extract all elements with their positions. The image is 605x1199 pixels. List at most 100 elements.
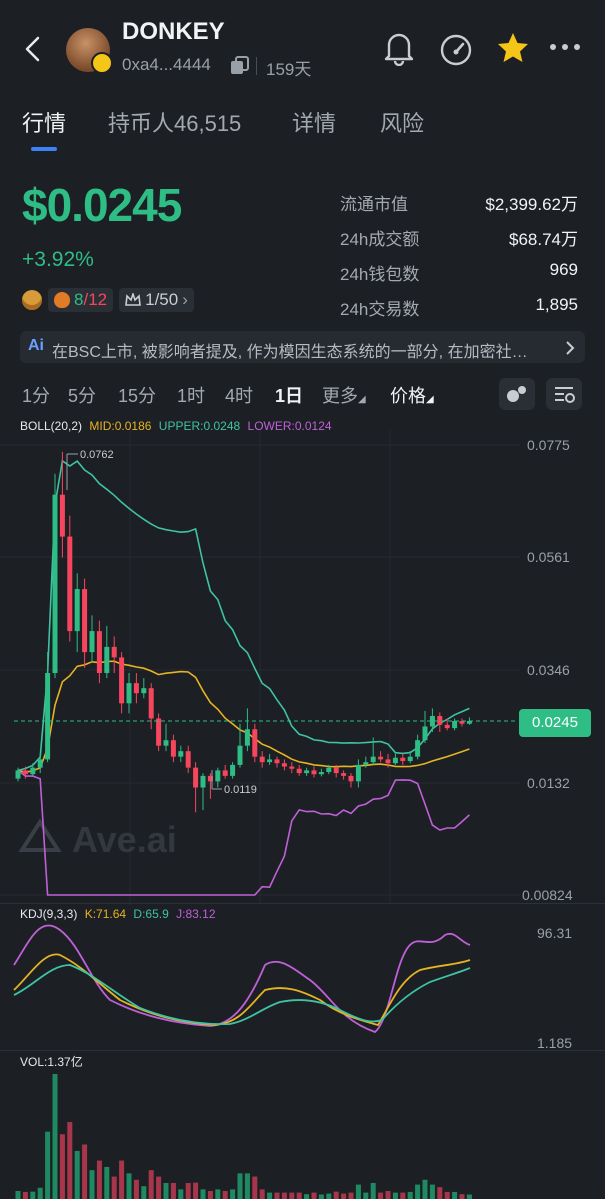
kdj-d-line xyxy=(13,964,471,1026)
bell-icon[interactable] xyxy=(382,30,416,66)
volume-bar xyxy=(429,1184,435,1199)
copy-icon[interactable] xyxy=(230,56,250,76)
candle-body xyxy=(104,646,110,674)
volume-bar xyxy=(104,1166,110,1199)
candle-body xyxy=(89,631,95,653)
chevron-right-icon xyxy=(566,341,575,355)
tf-1m[interactable]: 1分 xyxy=(22,382,50,408)
volume-bar xyxy=(30,1191,36,1199)
volume-bar xyxy=(178,1189,184,1199)
tab-risk[interactable]: 风险 xyxy=(380,106,424,138)
ai-summary-text: 在BSC上市, 被影响者提及, 作为模因生态系统的一部分, 在加密社… xyxy=(52,344,528,361)
axis-label: 0.0561 xyxy=(527,549,570,565)
tf-1h[interactable]: 1时 xyxy=(177,382,205,408)
candle-body xyxy=(400,757,406,762)
dropdown-triangle-icon: ◢ xyxy=(426,394,434,405)
kdj-legend: KDJ(9,3,3) K:71.64 D:65.9 J:83.12 xyxy=(20,907,216,921)
token-age: 159天 xyxy=(266,60,312,79)
gauge-icon[interactable] xyxy=(438,32,474,68)
candle-body xyxy=(30,767,36,775)
candle-body xyxy=(341,773,347,776)
candle-body xyxy=(22,770,28,775)
volume-bar xyxy=(193,1182,199,1199)
ratio-total-value: /12 xyxy=(83,290,108,309)
tab-holders[interactable]: 持币人46,515 xyxy=(108,106,241,138)
candle-body xyxy=(119,657,125,704)
rank-badge[interactable]: 1/50 › xyxy=(119,288,194,312)
tab-market[interactable]: 行情 xyxy=(22,106,66,138)
volume-bar xyxy=(244,1173,250,1199)
volume-bar xyxy=(163,1182,169,1199)
volume-bar xyxy=(348,1192,354,1199)
volume-bar xyxy=(74,1150,80,1199)
candle-body xyxy=(252,729,258,757)
candle-body xyxy=(163,740,169,746)
candle-body xyxy=(82,589,88,653)
indicator-icon xyxy=(507,386,526,402)
indicator-button[interactable] xyxy=(499,378,535,410)
kdj-chart[interactable] xyxy=(0,920,605,1050)
volume-bar xyxy=(311,1192,317,1199)
chart-settings-button[interactable] xyxy=(546,378,582,410)
star-icon[interactable] xyxy=(495,30,531,66)
candle-body xyxy=(67,536,73,632)
candle-body xyxy=(267,759,273,763)
tf-4h[interactable]: 4时 xyxy=(225,382,253,408)
candle-body xyxy=(237,745,243,765)
low-marker-label: 0.0119 xyxy=(224,784,257,796)
holders-ratio-badge[interactable]: 8/12 xyxy=(48,288,114,312)
more-icon[interactable] xyxy=(549,42,581,52)
stat-label-trades: 24h交易数 xyxy=(340,300,420,319)
volume-bar xyxy=(111,1176,117,1199)
tf-1d[interactable]: 1日 xyxy=(275,382,303,408)
candle-body xyxy=(289,766,295,769)
kdj-j: J:83.12 xyxy=(176,907,216,921)
candle-body xyxy=(15,770,21,779)
volume-bar xyxy=(133,1179,139,1199)
volume-bar xyxy=(37,1187,43,1199)
volume-bar xyxy=(385,1190,391,1199)
candle-body xyxy=(52,494,58,674)
candle-body xyxy=(170,740,176,757)
volume-bar xyxy=(318,1194,324,1199)
back-arrow-icon[interactable] xyxy=(22,34,44,64)
tf-more[interactable]: 更多◢ xyxy=(322,382,366,408)
active-tab-indicator xyxy=(31,147,57,151)
candle-body xyxy=(148,688,154,719)
candle-body xyxy=(274,759,280,764)
volume-bar xyxy=(363,1192,369,1199)
volume-bar xyxy=(67,1122,73,1199)
candle-body xyxy=(437,715,443,725)
candle-body xyxy=(215,770,221,782)
volume-bar xyxy=(355,1184,361,1199)
candle-body xyxy=(126,683,132,704)
candle-body xyxy=(378,756,384,760)
candle-body xyxy=(333,767,339,774)
volume-chart[interactable] xyxy=(0,1060,605,1199)
candle-body xyxy=(133,683,139,694)
volume-bar xyxy=(370,1182,376,1199)
candle-body xyxy=(355,764,361,782)
tab-details[interactable]: 详情 xyxy=(292,106,336,138)
volume-bar xyxy=(230,1189,236,1199)
current-price: $0.0245 xyxy=(22,179,182,231)
stat-value-trades: 1,895 xyxy=(535,295,578,314)
volume-bar xyxy=(341,1193,347,1199)
volume-bar xyxy=(170,1182,176,1199)
tf-15m[interactable]: 15分 xyxy=(118,382,156,408)
volume-bar xyxy=(267,1192,273,1199)
volume-bar xyxy=(82,1144,88,1199)
candle-body xyxy=(96,631,102,674)
tf-5m[interactable]: 5分 xyxy=(68,382,96,408)
candle-body xyxy=(370,756,376,763)
stat-value-volume: $68.74万 xyxy=(509,230,578,249)
kdj-d: D:65.9 xyxy=(133,907,169,921)
candle-body xyxy=(156,718,162,746)
tf-price[interactable]: 价格◢ xyxy=(390,382,434,408)
volume-bar xyxy=(126,1173,132,1199)
ratio-up-value: 8 xyxy=(74,290,84,309)
price-chart[interactable]: Ave.ai 0.0762 0.0119 xyxy=(0,430,605,905)
volume-bar xyxy=(407,1191,413,1199)
stat-label-wallets: 24h钱包数 xyxy=(340,265,420,284)
high-marker-label: 0.0762 xyxy=(80,449,114,461)
